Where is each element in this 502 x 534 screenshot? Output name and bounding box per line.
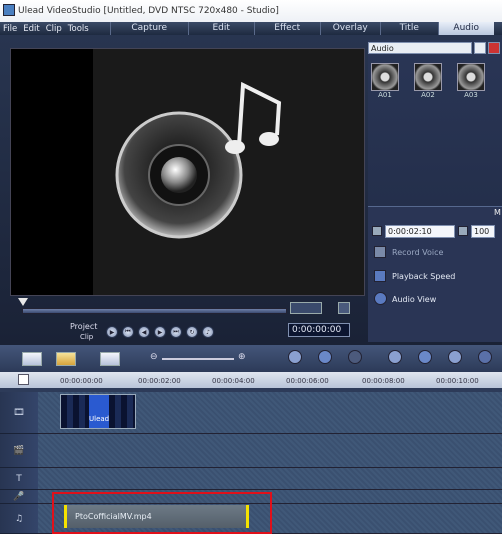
tab-edit[interactable]: Edit bbox=[187, 22, 254, 35]
tab-capture[interactable]: Capture bbox=[109, 22, 188, 35]
ruler-tick: 00:00:10:00 bbox=[436, 377, 479, 385]
volume-icon bbox=[458, 226, 468, 236]
thumb-label: A02 bbox=[421, 91, 435, 99]
audio-view-button[interactable]: Audio View bbox=[392, 295, 436, 304]
end-icon[interactable]: ⏭ bbox=[170, 326, 182, 338]
previous-frame-icon[interactable]: ◀ bbox=[138, 326, 150, 338]
ruler-tick: 00:00:00:00 bbox=[60, 377, 103, 385]
highlight-box bbox=[52, 492, 272, 534]
project-label: Project bbox=[70, 322, 98, 331]
video-clip-label: Ulead bbox=[89, 395, 109, 428]
audio-mixer-icon[interactable] bbox=[388, 350, 402, 364]
thumb-label: A03 bbox=[464, 91, 478, 99]
repeat-icon[interactable]: ↻ bbox=[186, 326, 198, 338]
menu-file[interactable]: File bbox=[0, 24, 20, 34]
chapter-icon[interactable] bbox=[478, 350, 492, 364]
insert-media-icon[interactable] bbox=[288, 350, 302, 364]
ruler-toggle-icon[interactable] bbox=[18, 374, 29, 385]
music-track-header[interactable]: ♫ bbox=[0, 504, 38, 534]
record-voice-button[interactable]: Record Voice bbox=[392, 248, 443, 257]
ruler-tick: 00:00:08:00 bbox=[362, 377, 405, 385]
timeline-view-button[interactable] bbox=[56, 352, 76, 366]
microphone-icon bbox=[374, 246, 386, 258]
volume-icon[interactable]: ♪ bbox=[202, 326, 214, 338]
tab-effect[interactable]: Effect bbox=[253, 22, 320, 35]
menu-bar: File Edit Clip Tools Capture Edit Effect… bbox=[0, 22, 502, 35]
audio-view-icon bbox=[374, 292, 387, 305]
tab-overlay[interactable]: Overlay bbox=[319, 22, 380, 35]
video-clip[interactable]: Ulead bbox=[60, 394, 136, 429]
tab-title[interactable]: Title bbox=[379, 22, 438, 35]
library-category-dropdown[interactable]: Audio bbox=[368, 42, 472, 54]
duration-icon bbox=[372, 226, 382, 236]
video-track-header[interactable]: 🎞 bbox=[0, 392, 38, 434]
menu-clip[interactable]: Clip bbox=[43, 24, 65, 34]
audio-view-toggle-button[interactable] bbox=[100, 352, 120, 366]
title-track[interactable] bbox=[38, 468, 502, 490]
window-title: Ulead VideoStudio [Untitled, DVD NTSC 72… bbox=[18, 6, 279, 16]
mix-icon[interactable] bbox=[348, 350, 362, 364]
title-bar: Ulead VideoStudio [Untitled, DVD NTSC 72… bbox=[0, 0, 502, 22]
storyboard-view-button[interactable] bbox=[22, 352, 42, 366]
ruler-tick: 00:00:04:00 bbox=[212, 377, 255, 385]
library-thumb-3[interactable]: A03 bbox=[457, 63, 485, 99]
overlay-track[interactable] bbox=[38, 434, 502, 468]
library-thumb-2[interactable]: A02 bbox=[414, 63, 442, 99]
ruler-tick: 00:00:06:00 bbox=[286, 377, 329, 385]
next-frame-icon[interactable]: ▶ bbox=[154, 326, 166, 338]
overlay-track-header[interactable]: 🎬 bbox=[0, 434, 38, 468]
scrubber-bar[interactable] bbox=[22, 308, 287, 314]
split-button[interactable] bbox=[338, 302, 350, 314]
add-library-icon[interactable] bbox=[488, 42, 500, 54]
playback-speed-icon bbox=[374, 270, 386, 282]
duration-field[interactable]: 0:00:02:10 bbox=[385, 225, 455, 238]
play-icon[interactable]: ▶ bbox=[106, 326, 118, 338]
preview-dark-region bbox=[11, 49, 93, 295]
transport-controls: ▶ ⏮ ◀ ▶ ⏭ ↻ ♪ bbox=[106, 326, 214, 338]
menu-tools[interactable]: Tools bbox=[65, 24, 92, 34]
ruler-tick: 00:00:02:00 bbox=[138, 377, 181, 385]
zoom-out-icon[interactable]: ⊖ bbox=[150, 352, 158, 362]
tab-audio[interactable]: Audio bbox=[437, 22, 494, 35]
library-thumb-1[interactable]: A01 bbox=[371, 63, 399, 99]
menu-edit[interactable]: Edit bbox=[20, 24, 42, 34]
dropdown-arrow-icon[interactable] bbox=[474, 42, 486, 54]
record-capture-icon[interactable] bbox=[318, 350, 332, 364]
thumb-label: A01 bbox=[378, 91, 392, 99]
volume-field[interactable]: 100 bbox=[471, 225, 495, 238]
mark-in-out-button[interactable] bbox=[290, 302, 322, 314]
voice-track-header[interactable]: 🎤 bbox=[0, 490, 38, 504]
playback-speed-button[interactable]: Playback Speed bbox=[392, 272, 455, 281]
zoom-slider[interactable] bbox=[162, 358, 234, 360]
app-icon bbox=[3, 4, 15, 16]
title-track-header[interactable]: T bbox=[0, 468, 38, 490]
smart-proxy-icon[interactable] bbox=[418, 350, 432, 364]
clip-label: Clip bbox=[80, 333, 94, 341]
zoom-in-icon[interactable]: ⊕ bbox=[238, 352, 246, 362]
track-manager-icon[interactable] bbox=[448, 350, 462, 364]
timecode-display[interactable]: 0:00:00:00 bbox=[288, 323, 350, 337]
home-icon[interactable]: ⏮ bbox=[122, 326, 134, 338]
options-title: M bbox=[494, 208, 501, 217]
